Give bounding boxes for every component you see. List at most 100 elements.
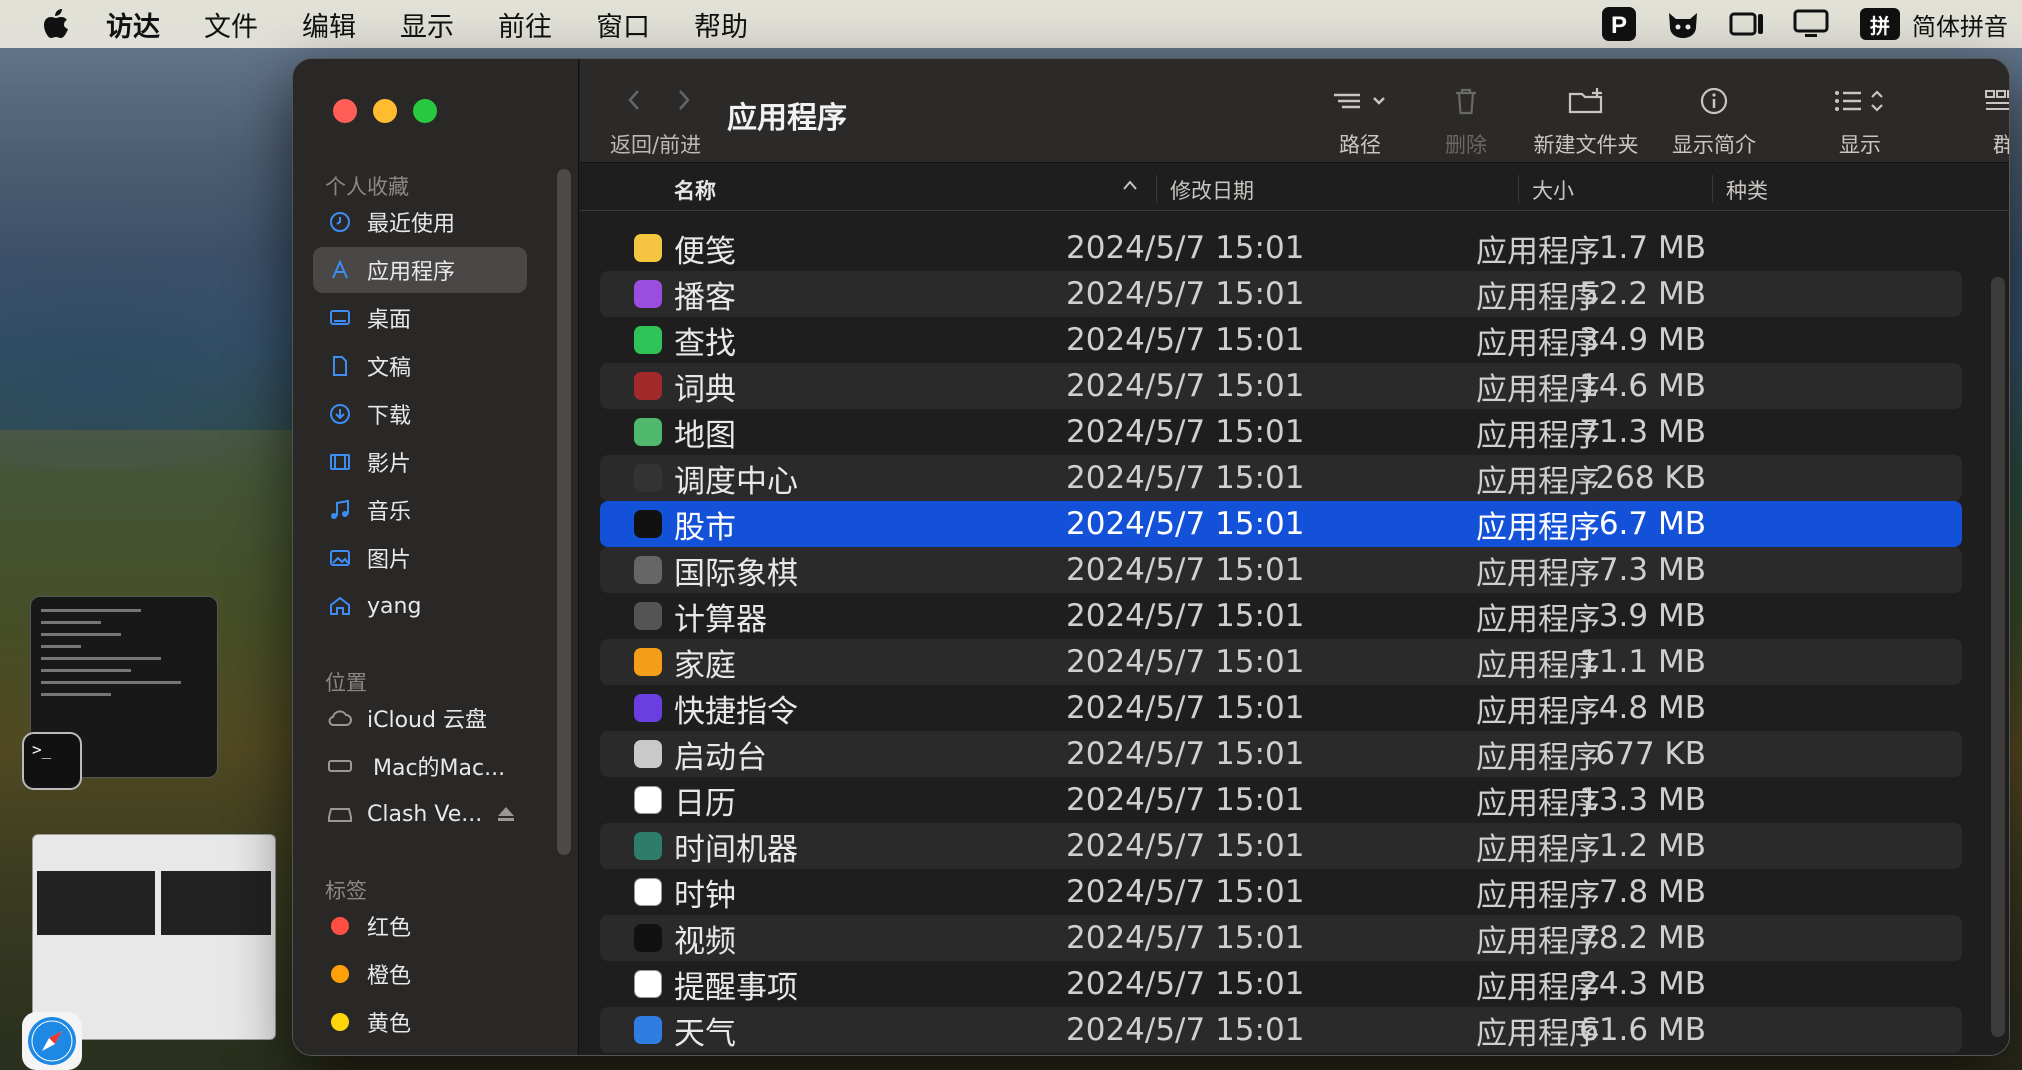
- apple-icon[interactable]: [40, 7, 72, 41]
- display-icon[interactable]: [1792, 6, 1830, 42]
- table-row[interactable]: 家庭 2024/5/7 15:01 11.1 MB 应用程序: [600, 639, 1962, 685]
- column-name[interactable]: 名称: [674, 175, 716, 205]
- table-row[interactable]: 播客 2024/5/7 15:01 52.2 MB 应用程序: [600, 271, 1962, 317]
- path-button[interactable]: 路径: [1295, 81, 1425, 159]
- menu-help[interactable]: 帮助: [694, 5, 748, 44]
- cell-size: 7.8 MB: [1598, 874, 1706, 910]
- sidebar-tag-orange[interactable]: 橙色: [313, 951, 527, 997]
- cell-date: 2024/5/7 15:01: [1066, 690, 1305, 726]
- sidebar-item-downloads[interactable]: 下载: [313, 391, 527, 437]
- sidebar-item-desktop[interactable]: 桌面: [313, 295, 527, 341]
- table-row[interactable]: 启动台 2024/5/7 15:01 677 KB 应用程序: [600, 731, 1962, 777]
- table-row[interactable]: 计算器 2024/5/7 15:01 3.9 MB 应用程序: [600, 593, 1962, 639]
- sidebar-item-label: 最近使用: [367, 212, 456, 237]
- sort-chevron-up-icon[interactable]: [1121, 177, 1139, 196]
- table-row[interactable]: 查找 2024/5/7 15:01 34.9 MB 应用程序: [600, 317, 1962, 363]
- sidebar-item-music[interactable]: 音乐: [313, 487, 527, 533]
- table-row[interactable]: 时钟 2024/5/7 15:01 7.8 MB 应用程序: [600, 869, 1962, 915]
- table-row[interactable]: 便笺 2024/5/7 15:01 1.7 MB 应用程序: [600, 225, 1962, 271]
- cell-kind: 应用程序: [1476, 877, 1600, 914]
- sidebar-item-home[interactable]: yang: [313, 583, 527, 629]
- get-info-button[interactable]: 显示简介: [1654, 81, 1774, 159]
- table-row[interactable]: 时间机器 2024/5/7 15:01 1.2 MB 应用程序: [600, 823, 1962, 869]
- view-button[interactable]: 显示: [1805, 81, 1915, 159]
- tags-section-title: 标签: [325, 879, 367, 903]
- column-kind[interactable]: 种类: [1726, 175, 1768, 205]
- sidebar-item-documents[interactable]: 文稿: [313, 343, 527, 389]
- sidebar-scrollbar[interactable]: [557, 169, 571, 855]
- delete-button[interactable]: 删除: [1426, 81, 1506, 159]
- cell-size: 268 KB: [1595, 460, 1706, 496]
- sidebar-item-applications[interactable]: 应用程序: [313, 247, 527, 293]
- zoom-button[interactable]: [413, 99, 437, 123]
- cell-name: 计算器: [674, 601, 767, 638]
- menu-file[interactable]: 文件: [204, 5, 258, 44]
- eject-icon[interactable]: [496, 805, 516, 823]
- cell-name: 播客: [674, 279, 736, 316]
- stage-manager-icon[interactable]: [1728, 6, 1766, 42]
- cell-name: 时间机器: [674, 831, 798, 868]
- sidebar-item-mac-drive[interactable]: Mac的Mac...: [313, 743, 527, 789]
- close-button[interactable]: [333, 99, 357, 123]
- input-method-label[interactable]: 简体拼音: [1912, 7, 2008, 42]
- menu-window[interactable]: 窗口: [596, 5, 650, 44]
- table-row[interactable]: 快捷指令 2024/5/7 15:01 4.8 MB 应用程序: [600, 685, 1962, 731]
- cell-date: 2024/5/7 15:01: [1066, 736, 1305, 772]
- cat-icon[interactable]: [1664, 6, 1702, 42]
- table-row[interactable]: 国际象棋 2024/5/7 15:01 7.3 MB 应用程序: [600, 547, 1962, 593]
- toolbar: 返回/前进 应用程序 路径 删除 新建文件夹 显示简介 显示: [580, 59, 2009, 163]
- menu-app-name[interactable]: 访达: [106, 5, 160, 44]
- group-button[interactable]: 群组: [1959, 81, 2009, 159]
- cell-kind: 应用程序: [1476, 233, 1600, 270]
- table-row[interactable]: 天气 2024/5/7 15:01 61.6 MB 应用程序: [600, 1007, 1962, 1053]
- maps-icon: [634, 418, 662, 446]
- group-icon: [1984, 81, 2009, 121]
- safari-icon[interactable]: [22, 1012, 82, 1070]
- menu-go[interactable]: 前往: [498, 5, 552, 44]
- shortcuts-icon: [634, 694, 662, 722]
- menu-view[interactable]: 显示: [400, 5, 454, 44]
- sidebar-item-icloud[interactable]: iCloud 云盘: [313, 695, 527, 741]
- table-row[interactable]: 股市 2024/5/7 15:01 6.7 MB 应用程序: [600, 501, 1962, 547]
- table-row[interactable]: 视频 2024/5/7 15:01 78.2 MB 应用程序: [600, 915, 1962, 961]
- column-date[interactable]: 修改日期: [1170, 175, 1254, 205]
- cell-kind: 应用程序: [1476, 463, 1600, 500]
- sidebar-tag-red[interactable]: 红色: [313, 903, 527, 949]
- p-app-icon[interactable]: P: [1600, 6, 1638, 42]
- chess-icon: [634, 556, 662, 584]
- back-arrow-icon[interactable]: [624, 87, 644, 117]
- cell-date: 2024/5/7 15:01: [1066, 552, 1305, 588]
- table-row[interactable]: 调度中心 2024/5/7 15:01 268 KB 应用程序: [600, 455, 1962, 501]
- desktop-document-thumbnail[interactable]: [32, 834, 276, 1040]
- terminal-icon[interactable]: >_: [22, 732, 82, 790]
- table-row[interactable]: 词典 2024/5/7 15:01 14.6 MB 应用程序: [600, 363, 1962, 409]
- file-list-scrollbar[interactable]: [1991, 277, 2005, 1037]
- file-list: 便笺 2024/5/7 15:01 1.7 MB 应用程序 播客 2024/5/7 15:…: [600, 225, 1962, 1053]
- sidebar-item-movies[interactable]: 影片: [313, 439, 527, 485]
- new-folder-button[interactable]: 新建文件夹: [1506, 81, 1666, 159]
- table-row[interactable]: 提醒事项 2024/5/7 15:01 24.3 MB 应用程序: [600, 961, 1962, 1007]
- minimize-button[interactable]: [373, 99, 397, 123]
- input-method-badge[interactable]: 拼: [1860, 8, 1900, 40]
- weather-icon: [634, 1016, 662, 1044]
- sidebar-item-label: 应用程序: [367, 260, 456, 285]
- table-row[interactable]: 日历 2024/5/7 15:01 13.3 MB 应用程序: [600, 777, 1962, 823]
- podcasts-icon: [634, 280, 662, 308]
- sidebar-item-pictures[interactable]: 图片: [313, 535, 527, 581]
- sidebar-item-label: 影片: [367, 452, 412, 477]
- forward-arrow-icon[interactable]: [674, 87, 694, 117]
- cell-size: 1.2 MB: [1598, 828, 1706, 864]
- cell-date: 2024/5/7 15:01: [1066, 368, 1305, 404]
- menu-edit[interactable]: 编辑: [302, 5, 356, 44]
- table-row[interactable]: 地图 2024/5/7 15:01 71.3 MB 应用程序: [600, 409, 1962, 455]
- dictionary-icon: [634, 372, 662, 400]
- tv-icon: [634, 924, 662, 952]
- column-size[interactable]: 大小: [1532, 175, 1574, 205]
- cell-date: 2024/5/7 15:01: [1066, 598, 1305, 634]
- cell-name: 视频: [674, 923, 736, 960]
- sidebar-item-clash[interactable]: Clash Ve...: [313, 791, 527, 837]
- locations-section-title: 位置: [325, 671, 367, 695]
- sidebar-tag-yellow[interactable]: 黄色: [313, 999, 527, 1045]
- photo-icon: [325, 543, 355, 573]
- sidebar-item-recents[interactable]: 最近使用: [313, 199, 527, 245]
